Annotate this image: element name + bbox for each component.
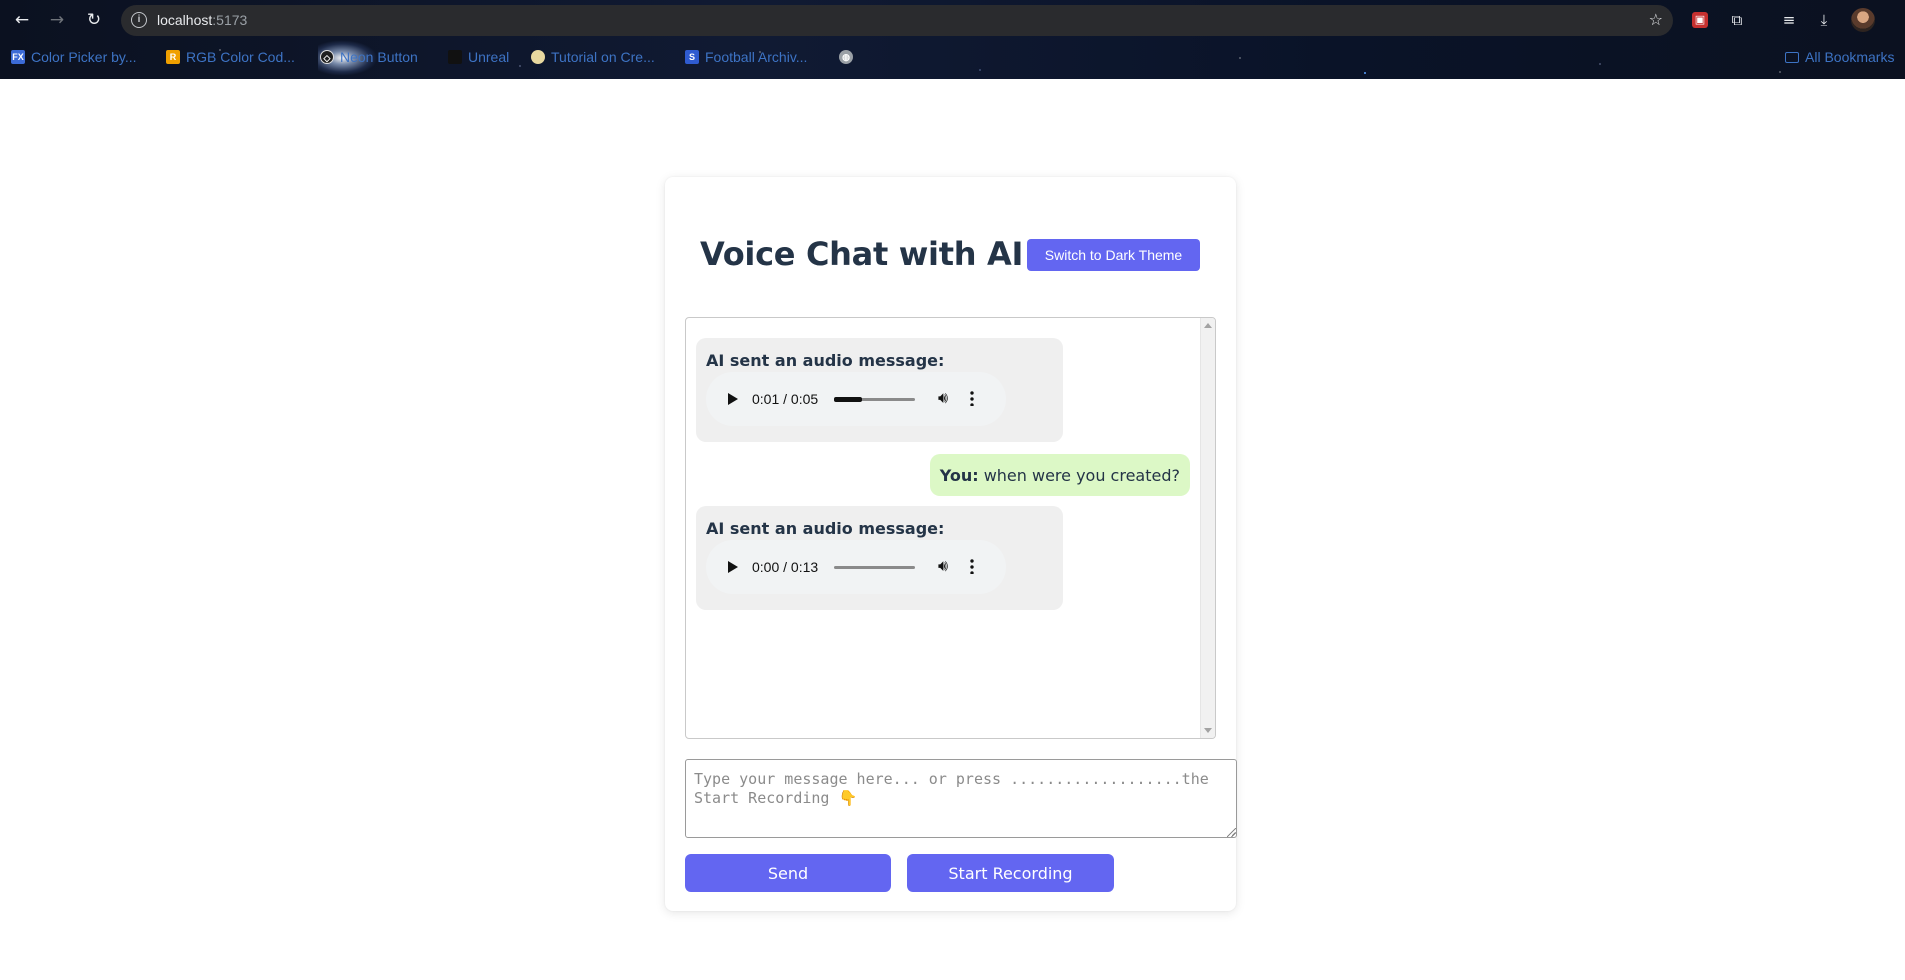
more-options-icon[interactable] [970,558,974,574]
bookmark-unreal[interactable]: Unreal [448,48,509,66]
audio-seek-bar[interactable] [834,566,915,569]
bookmark-label: Unreal [468,49,510,65]
folder-icon [1785,51,1799,63]
volume-icon[interactable]: 🔊︎ [938,556,948,576]
bookmark-color-picker[interactable]: FX Color Picker by... [11,48,137,66]
bookmark-label: Football Archiv... [705,49,808,65]
football-icon: S [685,50,699,64]
switch-theme-button[interactable]: Switch to Dark Theme [1027,239,1200,271]
chat-scrollbar[interactable] [1200,318,1215,738]
message-input[interactable] [685,759,1237,838]
ai-audio-message: AI sent an audio message: 0:00 / 0:13 🔊︎ [696,506,1063,610]
send-button[interactable]: Send [685,854,891,892]
unreal-icon [448,50,462,64]
ai-audio-message: AI sent an audio message: 0:01 / 0:05 🔊︎ [696,338,1063,442]
bookmark-label: Tutorial on Cre... [551,49,655,65]
globe-icon: ◍ [839,50,853,64]
bookmarks-bar: FX Color Picker by... R RGB Color Cod...… [0,45,1905,69]
ai-message-label: AI sent an audio message: [706,351,945,370]
bookmark-globe[interactable]: ◍ [839,48,853,66]
reload-icon[interactable]: ↻ [83,9,105,31]
audio-time: 0:01 / 0:05 [752,391,819,407]
bookmark-label: Color Picker by... [31,49,137,65]
tutorial-icon [531,50,545,64]
user-message: You: when were you created? [929,454,1190,496]
audio-seek-bar[interactable] [834,397,915,402]
download-icon[interactable]: ⤓ [1814,10,1834,30]
scroll-up-arrow-icon[interactable] [1204,323,1212,328]
start-recording-button[interactable]: Start Recording [907,854,1114,892]
browser-toolbar: ← → ↻ i localhost:5173 ☆ ▣ ⧉ ≡ ⤓ [0,0,1905,40]
ai-message-label: AI sent an audio message: [706,519,945,538]
user-message-text: when were you created? [983,465,1180,485]
back-arrow-icon[interactable]: ← [11,9,33,31]
codepen-icon: ◇ [320,50,334,64]
chat-messages[interactable]: AI sent an audio message: 0:01 / 0:05 🔊︎… [685,317,1216,739]
chat-card: Voice Chat with AI Switch to Dark Theme … [665,177,1237,911]
forward-arrow-icon[interactable]: → [46,9,68,31]
fx-icon: FX [11,50,25,64]
more-options-icon[interactable] [970,390,974,406]
address-text[interactable]: localhost:5173 [157,12,247,28]
page-title: Voice Chat with AI [700,235,1024,273]
bookmark-label: RGB Color Cod... [186,49,295,65]
volume-icon[interactable]: 🔊︎ [938,388,948,408]
scroll-down-arrow-icon[interactable] [1204,728,1212,733]
address-bar[interactable]: i localhost:5173 ☆ [121,5,1673,36]
bookmark-label: Neon Button [340,49,418,65]
user-message-sender: You: [939,465,979,485]
bookmark-neon-button[interactable]: ◇ Neon Button [320,48,418,66]
audio-player: 0:00 / 0:13 🔊︎ [706,540,1006,594]
audio-progress [834,397,863,402]
bookmark-tutorial[interactable]: Tutorial on Cre... [531,48,655,66]
audio-player: 0:01 / 0:05 🔊︎ [706,372,1006,426]
site-info-icon[interactable]: i [131,12,147,28]
play-icon[interactable] [728,561,738,573]
all-bookmarks[interactable]: All Bookmarks [1785,48,1894,66]
profile-avatar[interactable] [1851,8,1875,32]
browser-chrome: ← → ↻ i localhost:5173 ☆ ▣ ⧉ ≡ ⤓ FX Colo… [0,0,1905,79]
url-port: :5173 [212,12,248,28]
extensions-puzzle-icon[interactable]: ⧉ [1727,10,1747,30]
play-icon[interactable] [728,393,738,405]
all-bookmarks-label: All Bookmarks [1805,49,1895,65]
bookmark-star-icon[interactable]: ☆ [1649,10,1663,29]
url-host: localhost [157,12,213,28]
bookmark-football-archive[interactable]: S Football Archiv... [685,48,807,66]
media-queue-icon[interactable]: ≡ [1779,10,1799,30]
r-icon: R [166,50,180,64]
extension-red-icon[interactable]: ▣ [1692,12,1708,28]
bookmark-rgb-color-code[interactable]: R RGB Color Cod... [166,48,295,66]
audio-time: 0:00 / 0:13 [752,559,819,575]
